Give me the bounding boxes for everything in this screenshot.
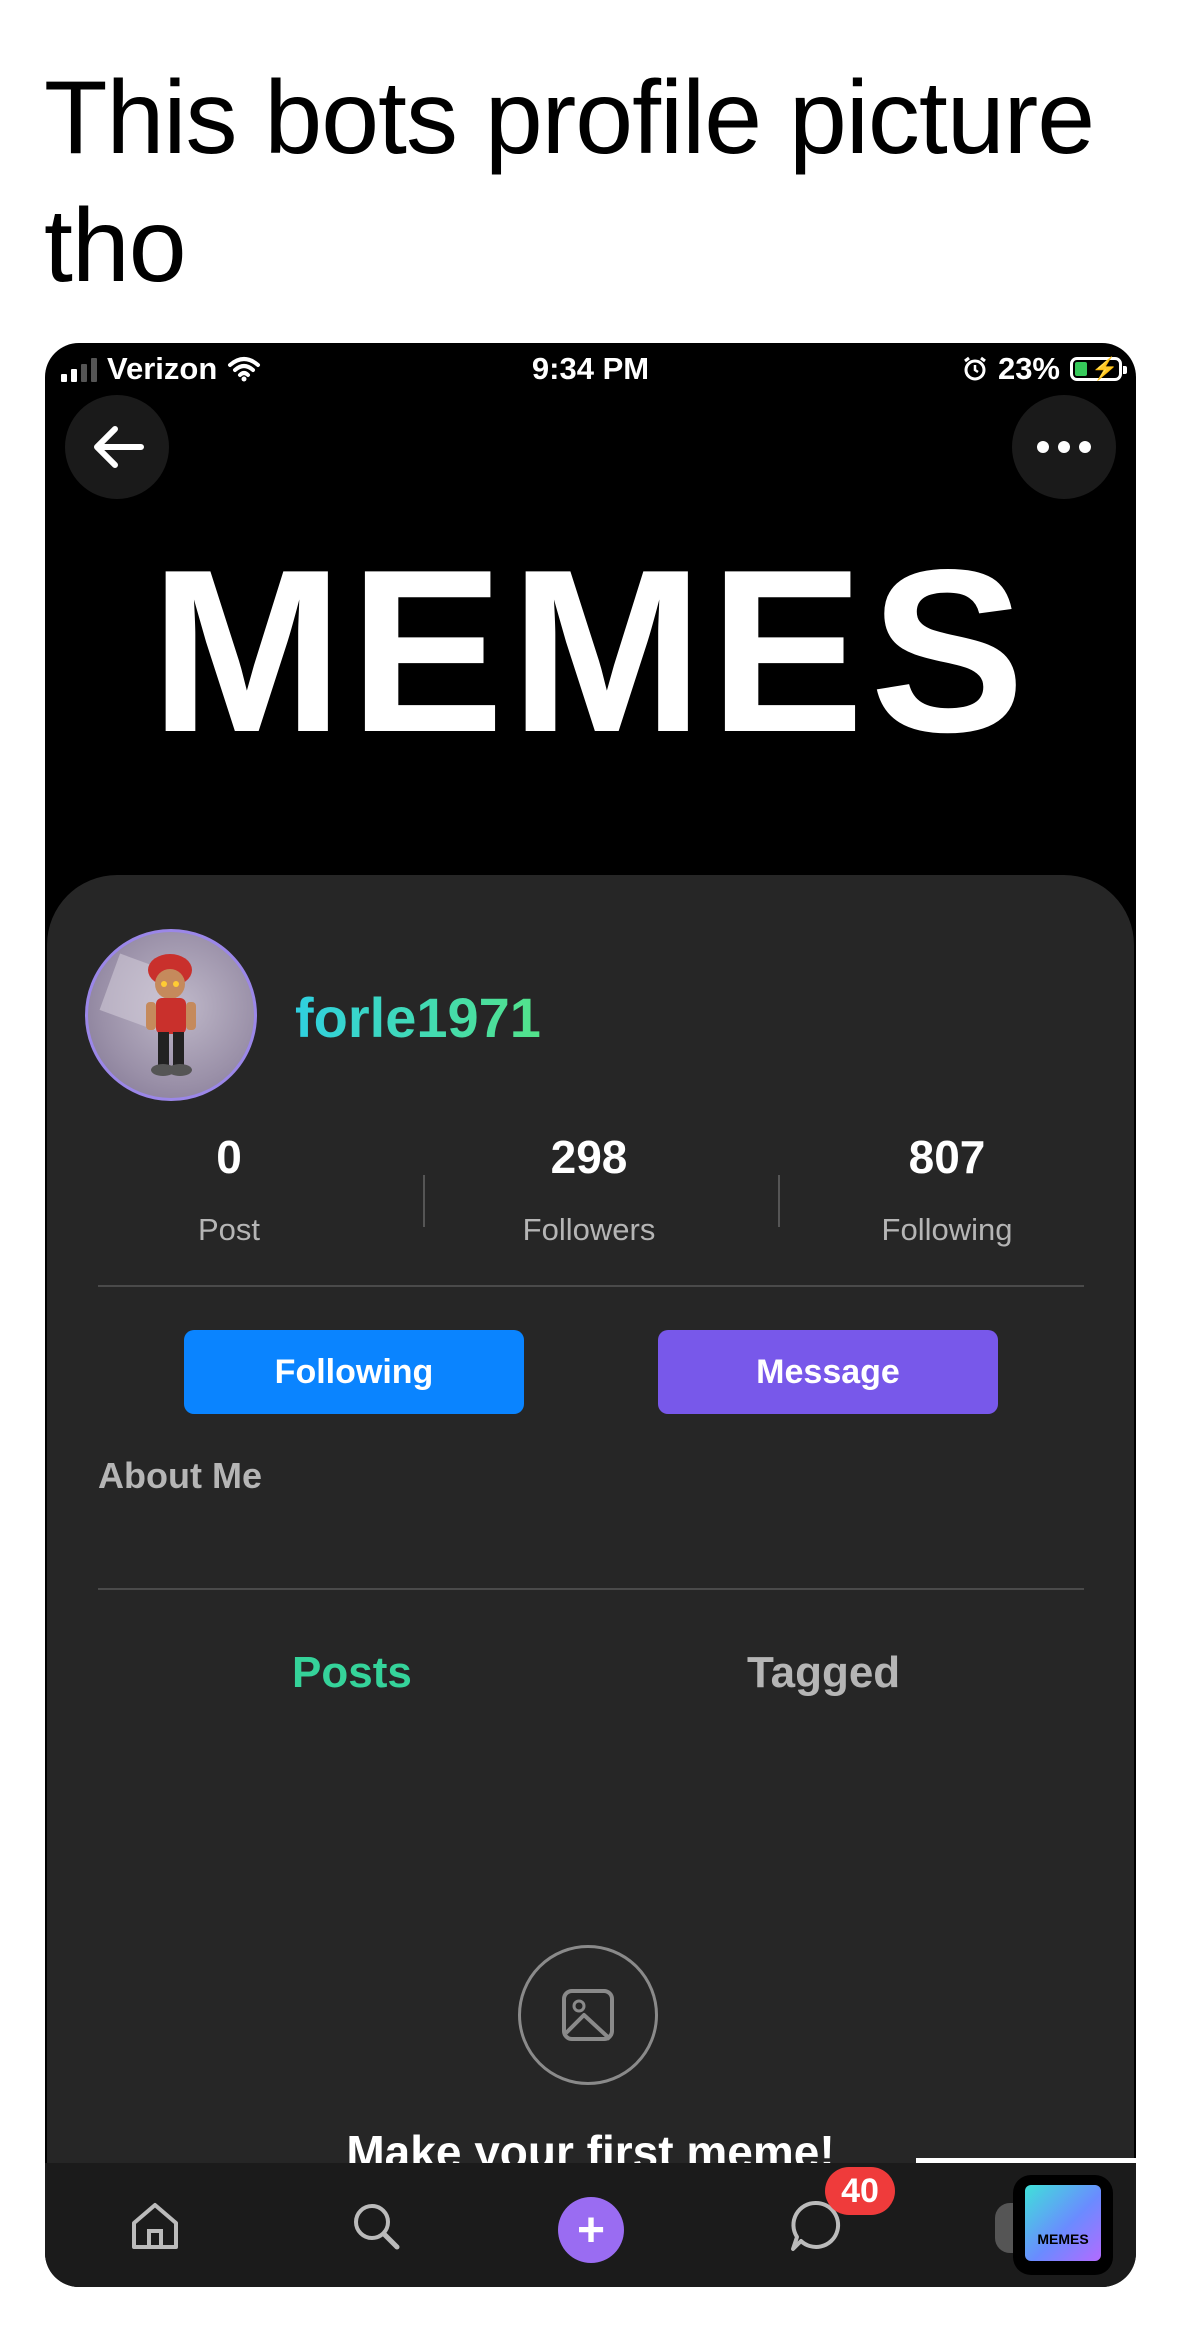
stat-divider xyxy=(423,1175,425,1227)
image-placeholder-icon xyxy=(518,1945,658,2085)
phone-screenshot: Verizon 9:34 PM 23% ⚡ MEMES forle1971 0 … xyxy=(45,343,1136,2287)
stat-label: Followers xyxy=(522,1212,656,1247)
create-post-button[interactable]: + xyxy=(558,2197,624,2263)
stat-value: 807 xyxy=(908,1131,986,1183)
battery-percent: 23% xyxy=(997,351,1060,386)
stat-divider xyxy=(778,1175,780,1227)
profile-stats: 0 Post 298 Followers 807 Following xyxy=(47,1130,1134,1250)
home-icon[interactable] xyxy=(120,2191,190,2261)
avatar[interactable] xyxy=(85,929,257,1101)
profile-username: forle1971 xyxy=(295,986,541,1049)
arrow-left-icon xyxy=(94,426,144,468)
stat-label: Post xyxy=(197,1212,261,1247)
plus-icon: + xyxy=(576,2203,606,2257)
stat-label: Following xyxy=(881,1212,1013,1247)
stat-value: 0 xyxy=(216,1131,242,1183)
character-figure xyxy=(99,953,196,1076)
stat-following[interactable]: 807 Following xyxy=(797,1130,1097,1248)
tab-tagged[interactable]: Tagged xyxy=(747,1648,900,1698)
following-button[interactable]: Following xyxy=(184,1330,524,1414)
stat-followers[interactable]: 298 Followers xyxy=(439,1130,739,1248)
memes-app-icon: MEMES xyxy=(1013,2175,1113,2275)
divider xyxy=(98,1285,1084,1287)
profile-banner: MEMES xyxy=(150,522,1031,781)
divider xyxy=(98,1588,1084,1590)
bottom-tab-bar: + 40 MEMES xyxy=(45,2163,1136,2287)
battery-icon: ⚡ xyxy=(1070,356,1127,381)
about-me-heading: About Me xyxy=(98,1455,262,1496)
tab-posts[interactable]: Posts xyxy=(292,1648,412,1698)
message-button[interactable]: Message xyxy=(658,1330,998,1414)
status-bar: Verizon 9:34 PM 23% ⚡ xyxy=(45,343,1136,405)
alarm-icon xyxy=(964,356,986,381)
meme-caption: This bots profile picture tho xyxy=(44,60,1095,304)
messages-badge: 40 xyxy=(825,2167,895,2215)
more-options-button[interactable] xyxy=(1012,395,1116,499)
app-icon-label: MEMES xyxy=(1037,2231,1089,2247)
ellipsis-icon xyxy=(1037,441,1091,453)
stat-posts[interactable]: 0 Post xyxy=(79,1130,379,1248)
search-icon[interactable] xyxy=(341,2191,411,2261)
back-button[interactable] xyxy=(65,395,169,499)
stat-value: 298 xyxy=(550,1131,628,1183)
profile-card: forle1971 0 Post 298 Followers 807 Follo… xyxy=(47,875,1134,2255)
